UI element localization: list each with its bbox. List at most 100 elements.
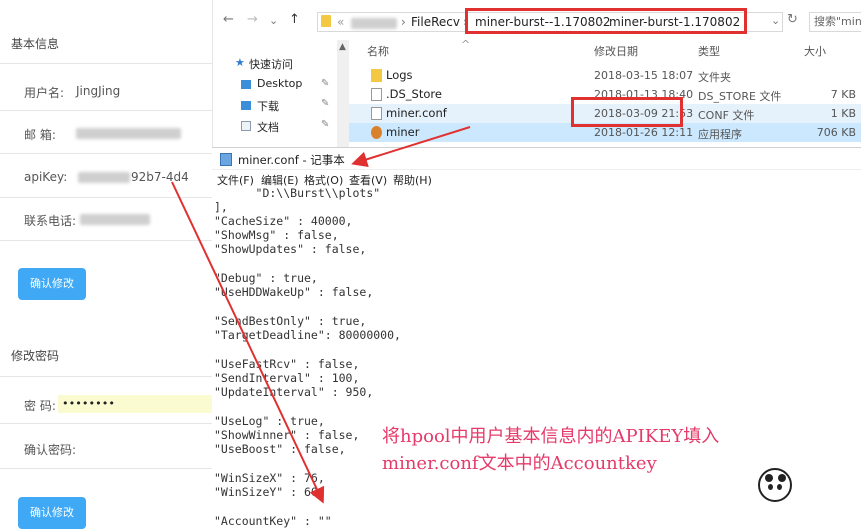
column-size[interactable]: 大小	[804, 43, 826, 59]
file-type: 文件夹	[698, 71, 731, 84]
phone-label: 联系电话:	[24, 214, 77, 228]
email-label: 邮 箱:	[24, 128, 56, 142]
divider	[0, 63, 212, 64]
file-name: .DS_Store	[386, 87, 442, 101]
breadcrumb-separator-icon: ›	[401, 15, 406, 29]
refresh-icon[interactable]: ↻	[787, 12, 798, 27]
apikey-value-redacted	[78, 172, 130, 183]
file-explorer-window: ← → ⌄ ↑ « › FileRecv › miner-burst--1.17…	[212, 0, 861, 160]
confirm-password-label: 确认密码:	[24, 443, 77, 457]
breadcrumb-filerecv[interactable]: FileRecv	[411, 15, 460, 29]
apikey-value: 92b7-4d4	[131, 170, 189, 184]
divider	[0, 376, 212, 377]
confirm-password-button[interactable]: 确认修改	[18, 497, 86, 529]
documents-icon	[241, 121, 251, 131]
text-line: "TargetDeadline": 80000000,	[214, 328, 401, 342]
text-line: "WinSizeX" : 76,	[214, 471, 325, 485]
navigation-scrollbar[interactable]: ▲	[337, 40, 349, 160]
username-label: 用户名:	[24, 86, 65, 100]
address-bar-area: ← → ⌄ ↑ « › FileRecv › miner-burst--1.17…	[213, 0, 861, 40]
text-line: "SendInterval" : 100,	[214, 371, 360, 385]
nav-desktop[interactable]: Desktop	[257, 77, 302, 90]
divider	[0, 197, 212, 198]
file-date: 2018-03-15 18:07	[594, 69, 694, 82]
text-line: "UseFastRcv" : false,	[214, 357, 360, 371]
text-line: "CacheSize" : 40000,	[214, 214, 353, 228]
pin-icon[interactable]: ✎	[321, 78, 329, 89]
sort-ascending-icon: ^	[461, 38, 471, 51]
folder-icon	[321, 15, 331, 27]
profile-panel: 基本信息 用户名: JingJing 邮 箱: apiKey: 92b7-4d4…	[0, 0, 218, 531]
nav-documents[interactable]: 文档	[257, 119, 279, 135]
text-line: "ShowUpdates" : false,	[214, 242, 367, 256]
text-line: "UseHDDWakeUp" : false,	[214, 285, 374, 299]
download-icon	[241, 101, 251, 110]
text-line: ],	[214, 200, 228, 214]
pin-icon[interactable]: ✎	[321, 119, 329, 130]
column-name[interactable]: 名称	[367, 43, 389, 59]
text-line: "UpdateInterval" : 950,	[214, 385, 374, 399]
breadcrumb-redacted	[351, 18, 397, 29]
breadcrumb-highlight-box	[465, 8, 747, 34]
divider	[0, 468, 212, 469]
file-row[interactable]: Logs 2018-03-15 18:07 文件夹	[349, 66, 861, 85]
file-type: CONF 文件	[698, 109, 755, 122]
forward-arrow-icon[interactable]: →	[247, 12, 258, 27]
apikey-label: apiKey:	[24, 170, 68, 184]
file-name: miner	[386, 125, 420, 139]
column-type[interactable]: 类型	[698, 43, 720, 59]
password-input[interactable]: ••••••••	[58, 395, 218, 413]
password-label: 密 码:	[24, 399, 56, 413]
file-size: 706 KB	[816, 126, 856, 139]
file-icon	[371, 88, 382, 101]
divider	[0, 240, 212, 241]
annotation-line-2: miner.conf文本中的Accountkey	[382, 453, 657, 474]
phone-value-redacted	[80, 214, 150, 225]
scroll-up-icon[interactable]: ▲	[339, 42, 346, 52]
text-line: "Debug" : true,	[214, 271, 318, 285]
file-type: 应用程序	[698, 128, 742, 141]
email-value-redacted	[76, 128, 181, 139]
text-line: "D:\\Burst\\plots"	[214, 186, 381, 200]
file-size: 7 KB	[830, 88, 856, 101]
confirm-profile-button[interactable]: 确认修改	[18, 268, 86, 300]
address-dropdown-icon[interactable]: ⌄	[771, 14, 780, 27]
annotation-text: 将hpool中用户基本信息内的APIKEY填入 miner.conf文本中的Ac…	[382, 423, 719, 477]
file-icon	[371, 107, 382, 120]
pin-icon[interactable]: ✎	[321, 98, 329, 109]
miner-conf-highlight-box	[571, 97, 683, 127]
folder-icon	[371, 69, 382, 82]
file-name: Logs	[386, 68, 413, 82]
up-arrow-icon[interactable]: ↑	[289, 12, 300, 27]
section-change-password-title: 修改密码	[11, 349, 60, 363]
application-icon	[371, 126, 382, 139]
text-line: "WinSizeY" : 60,	[214, 485, 325, 499]
desktop-icon	[241, 80, 251, 89]
divider	[0, 423, 212, 424]
search-input[interactable]: 搜索"min	[809, 12, 861, 32]
notepad-icon	[220, 153, 232, 166]
nav-quick-access[interactable]: 快速访问	[249, 56, 293, 72]
annotation-line-1: 将hpool中用户基本信息内的APIKEY填入	[382, 426, 720, 447]
text-line: "UseLog" : true,	[214, 414, 325, 428]
chevron-down-icon[interactable]: ⌄	[269, 14, 278, 27]
divider	[0, 110, 212, 111]
panda-avatar-icon	[758, 468, 792, 502]
text-line: "UseBoost" : false,	[214, 442, 346, 456]
text-line: "ShowMsg" : false,	[214, 228, 339, 242]
back-arrow-icon[interactable]: ←	[223, 12, 234, 27]
text-line: "ShowWinner" : false,	[214, 428, 360, 442]
section-basic-info-title: 基本信息	[11, 37, 60, 51]
username-value: JingJing	[76, 84, 121, 98]
navigation-pane: ★ 快速访问 Desktop ✎ 下载 ✎ 文档 ✎	[213, 40, 341, 160]
star-icon: ★	[235, 56, 245, 69]
nav-downloads[interactable]: 下载	[257, 98, 279, 114]
text-line: "AccountKey" : ""	[214, 514, 332, 528]
file-name: miner.conf	[386, 106, 447, 120]
breadcrumb-overflow-icon[interactable]: «	[337, 15, 344, 29]
file-type: DS_STORE 文件	[698, 90, 782, 103]
column-date[interactable]: 修改日期	[594, 43, 638, 59]
notepad-title-bar[interactable]: miner.conf - 记事本	[212, 148, 861, 170]
file-date: 2018-01-26 12:11	[594, 126, 694, 139]
text-line: "SendBestOnly" : true,	[214, 314, 367, 328]
